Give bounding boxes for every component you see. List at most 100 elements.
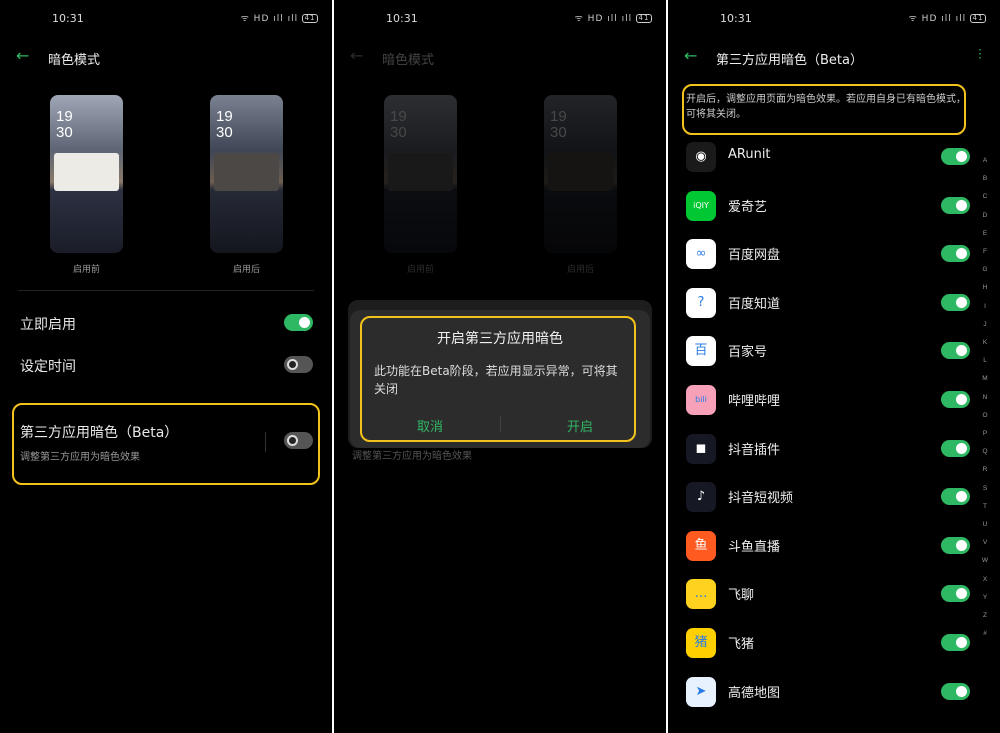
dark-mode-settings-panel: 10:31 ᯤ HD ıll ıll 41 ← 暗色模式 19 30 启用前 19…: [0, 0, 332, 733]
index-letter[interactable]: P: [980, 425, 990, 443]
preview-card: [54, 153, 119, 191]
app-name: 抖音插件: [728, 442, 781, 458]
back-arrow-icon: ←: [350, 46, 364, 65]
enable-now-row[interactable]: 立即启用: [20, 314, 312, 334]
index-letter[interactable]: Y: [980, 589, 990, 607]
app-bar: ← 第三方应用暗色（Beta）: [668, 40, 1000, 74]
app-row[interactable]: ➤ 高德地图: [686, 669, 970, 717]
app-dark-toggle[interactable]: [941, 391, 970, 408]
index-letter[interactable]: N: [980, 389, 990, 407]
third-party-dark-row[interactable]: 第三方应用暗色（Beta） 调整第三方应用为暗色效果: [20, 422, 312, 463]
index-letter[interactable]: #: [980, 625, 990, 643]
app-dark-toggle[interactable]: [941, 196, 970, 214]
app-dark-toggle[interactable]: [941, 439, 970, 457]
index-letter[interactable]: V: [980, 534, 990, 552]
app-icon: iQIY: [686, 190, 716, 221]
page-title: 暗色模式: [382, 53, 435, 68]
app-icon: 鱼: [686, 530, 716, 561]
preview-before[interactable]: 19 30: [50, 95, 123, 253]
app-row[interactable]: bili 哔哩哔哩: [686, 377, 970, 425]
app-row[interactable]: ∞ 百度网盘: [686, 231, 970, 279]
enable-now-toggle[interactable]: [284, 314, 313, 331]
status-time: 10:31: [720, 12, 752, 25]
app-row[interactable]: ◼ 抖音插件: [686, 426, 970, 474]
index-letter[interactable]: S: [980, 480, 990, 498]
highlight-box: [360, 316, 636, 442]
back-arrow-icon[interactable]: ←: [16, 46, 29, 65]
index-letter[interactable]: I: [980, 298, 990, 316]
index-letter[interactable]: E: [980, 225, 990, 243]
status-bar: 10:31 ᯤ HD ıll ıll 41: [668, 0, 1000, 36]
app-icon: ?: [686, 287, 716, 318]
app-name: 哔哩哔哩: [728, 394, 781, 409]
index-letter[interactable]: K: [980, 334, 990, 352]
app-name: ARunit: [728, 147, 771, 162]
index-letter[interactable]: M: [980, 370, 990, 388]
schedule-row[interactable]: 设定时间: [20, 356, 312, 376]
schedule-label: 设定时间: [20, 359, 76, 375]
index-letter[interactable]: F: [980, 243, 990, 261]
app-row[interactable]: ◉ ARunit: [686, 134, 970, 182]
app-dark-toggle[interactable]: [941, 148, 970, 165]
index-letter[interactable]: D: [980, 207, 990, 225]
preview-before: 19 30: [384, 95, 457, 253]
app-row[interactable]: 鱼斗鱼直播: [686, 523, 970, 571]
index-letter[interactable]: C: [980, 188, 990, 206]
app-row[interactable]: … 飞聊: [686, 571, 970, 619]
alphabet-index[interactable]: A B C D E F G H I J K L M N O P Q R S T U V W X Y Z #: [980, 152, 990, 643]
index-letter[interactable]: R: [980, 461, 990, 479]
index-letter[interactable]: T: [980, 498, 990, 516]
page-title: 第三方应用暗色（Beta）: [716, 53, 863, 68]
signal-icons: ᯤ HD ıll ıll: [240, 14, 299, 24]
app-icon: bili: [686, 385, 716, 415]
app-dark-toggle[interactable]: [941, 585, 970, 603]
app-dark-toggle[interactable]: [941, 245, 970, 263]
preview-clock: 19 30: [550, 108, 567, 141]
preview-after[interactable]: 19 30: [210, 95, 283, 253]
more-options-icon[interactable]: · · ·: [978, 44, 982, 64]
app-icon: ∞: [686, 239, 716, 270]
battery-icon: 41: [636, 14, 652, 23]
app-row[interactable]: 百百家号: [686, 328, 970, 376]
status-bar: 10:31 ᯤ HD ıll ıll 41: [334, 0, 666, 36]
index-letter[interactable]: O: [980, 407, 990, 425]
app-icon: 百: [686, 336, 716, 367]
preview-clock: 19 30: [390, 108, 407, 141]
index-letter[interactable]: X: [980, 571, 990, 589]
app-dark-toggle[interactable]: [941, 634, 970, 651]
app-row[interactable]: ? 百度知道: [686, 280, 970, 328]
preview-clock: 19 30: [56, 108, 73, 141]
status-icons: ᯤ HD ıll ıll 41: [575, 11, 652, 24]
index-letter[interactable]: W: [980, 552, 990, 570]
third-party-dark-label: 第三方应用暗色（Beta）: [20, 425, 179, 441]
index-letter[interactable]: G: [980, 261, 990, 279]
app-row[interactable]: iQIY 爱奇艺: [686, 183, 970, 231]
index-letter[interactable]: L: [980, 352, 990, 370]
app-icon: …: [686, 579, 716, 610]
app-icon: ◼: [686, 433, 716, 464]
description-text: 开启后，调整应用页面为暗色效果。若应用自身已有暗色模式，可将其关闭。: [686, 94, 966, 120]
schedule-toggle[interactable]: [284, 356, 313, 373]
app-dark-toggle[interactable]: [941, 342, 970, 360]
preview-card: [214, 153, 279, 191]
app-dark-toggle[interactable]: [941, 536, 970, 554]
app-name: 爱奇艺: [728, 199, 768, 215]
index-letter[interactable]: B: [980, 170, 990, 188]
app-dark-toggle[interactable]: [941, 682, 970, 700]
app-dark-toggle[interactable]: [941, 293, 970, 311]
app-icon: ➤: [686, 676, 716, 707]
app-dark-toggle[interactable]: [941, 488, 970, 506]
index-letter[interactable]: A: [980, 152, 990, 170]
index-letter[interactable]: J: [980, 316, 990, 334]
third-party-apps-panel: 10:31 ᯤ HD ıll ıll 41 ← 第三方应用暗色（Beta） · ·…: [668, 0, 1000, 733]
index-letter[interactable]: Z: [980, 607, 990, 625]
back-arrow-icon[interactable]: ←: [684, 46, 697, 65]
app-row[interactable]: 猪飞猪: [686, 620, 970, 668]
index-letter[interactable]: Q: [980, 443, 990, 461]
index-letter[interactable]: H: [980, 279, 990, 297]
index-letter[interactable]: U: [980, 516, 990, 534]
app-name: 百家号: [728, 345, 768, 361]
third-party-dark-toggle[interactable]: [284, 432, 313, 449]
app-row[interactable]: ♪ 抖音短视频: [686, 474, 970, 522]
signal-icons: ᯤ HD ıll ıll: [908, 14, 967, 24]
